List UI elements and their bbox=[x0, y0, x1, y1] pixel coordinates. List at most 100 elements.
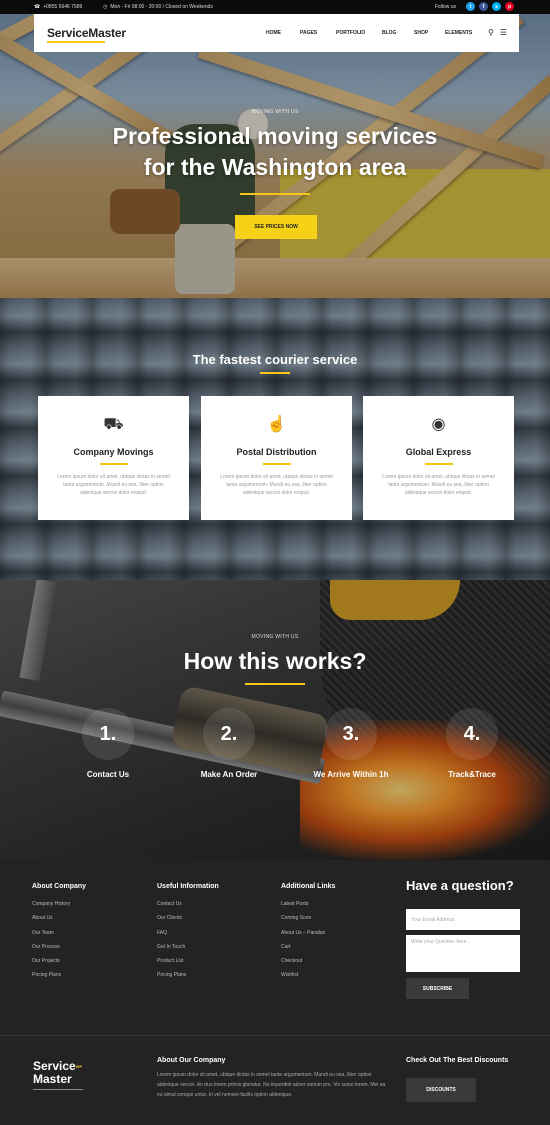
works-title: How this works? bbox=[183, 648, 367, 674]
twitter-icon[interactable]: t bbox=[466, 2, 475, 11]
card-title: Global Express bbox=[405, 447, 472, 457]
card-text: Lorem ipsum dolor sit amet, ubique dicta… bbox=[57, 474, 170, 496]
footer-link[interactable]: Cart bbox=[281, 944, 335, 958]
footer-link[interactable]: Our Clients bbox=[157, 915, 219, 929]
card-divider bbox=[99, 463, 128, 465]
footer-link[interactable]: Latest Posts bbox=[281, 901, 335, 915]
nav-shop[interactable]: SHOP bbox=[414, 30, 428, 36]
phone-number: +0855 5646 7589 bbox=[43, 4, 83, 10]
footer-link[interactable]: Coming Soon bbox=[281, 915, 335, 929]
header-icons: ⚲ ☰ bbox=[488, 28, 507, 37]
card-divider bbox=[424, 463, 453, 465]
footer-column-useful-information: Useful Information Contact Us Our Client… bbox=[157, 883, 219, 987]
step: 2. Make An Order bbox=[174, 708, 284, 779]
facebook-icon[interactable]: f bbox=[479, 2, 488, 11]
footer-link[interactable]: Our Projects bbox=[32, 958, 86, 972]
footer-link[interactable]: Product List bbox=[157, 958, 219, 972]
card-divider bbox=[262, 463, 291, 465]
step-number: 3. bbox=[325, 708, 377, 760]
card-text: Lorem ipsum dolor sit amet, ubique dicta… bbox=[220, 474, 333, 496]
search-icon[interactable]: ⚲ bbox=[488, 28, 494, 37]
footer-link[interactable]: FAQ bbox=[157, 930, 219, 944]
globe-icon: ◉ bbox=[431, 416, 446, 433]
thumbs-up-icon: ☝ bbox=[266, 416, 287, 433]
nav-blog[interactable]: BLOG bbox=[382, 30, 396, 36]
nav-pages[interactable]: PAGES bbox=[300, 30, 317, 36]
card-text: Lorem ipsum dolor sit amet, ubique dicta… bbox=[382, 474, 495, 496]
card-title: Company Movings bbox=[73, 447, 154, 457]
step: 4. Track&Trace bbox=[417, 708, 527, 779]
menu-icon[interactable]: ☰ bbox=[500, 28, 507, 37]
phone-icon: ☎ bbox=[34, 4, 41, 10]
footer-link[interactable]: About Us – Parallax bbox=[281, 930, 335, 944]
hours-info: ◷ Mon - Fri 08:00 - 20:00 / Closed on We… bbox=[103, 4, 213, 10]
discounts-button[interactable]: DISCOUNTS bbox=[406, 1078, 476, 1102]
footer-link[interactable]: Pricing Plans bbox=[157, 972, 219, 986]
top-bar: ☎ +0855 5646 7589 ◷ Mon - Fri 08:00 - 20… bbox=[0, 0, 550, 14]
step-label: Track&Trace bbox=[448, 770, 496, 779]
step-number: 4. bbox=[446, 708, 498, 760]
subscribe-button[interactable]: SUBSCRIBE bbox=[406, 978, 469, 999]
question-title: Have a question? bbox=[406, 878, 514, 893]
step-label: We Arrive Within 1h bbox=[313, 770, 389, 779]
site-header: ServiceMaster HOME PAGES PORTFOLIO BLOG … bbox=[34, 14, 519, 52]
service-card: ◉ Global Express Lorem ipsum dolor sit a… bbox=[363, 396, 514, 520]
step-number: 2. bbox=[203, 708, 255, 760]
tool-belt bbox=[110, 189, 180, 234]
about-company-text: Lorem ipsum dolor sit amet, ubique dicta… bbox=[157, 1072, 386, 1098]
truck-icon: ⛟ bbox=[103, 416, 124, 433]
footer-logo-line1: Service bbox=[33, 1059, 76, 1073]
footer-link[interactable]: Get In Touch bbox=[157, 944, 219, 958]
services-divider bbox=[260, 372, 290, 374]
footer-link[interactable]: Company History bbox=[32, 901, 86, 915]
hero-divider bbox=[240, 193, 310, 195]
footer-link[interactable]: About Us bbox=[32, 915, 86, 929]
email-field[interactable]: Your Email Address bbox=[406, 909, 520, 930]
logo-text: ServiceMaster bbox=[47, 26, 126, 40]
nav-home[interactable]: HOME bbox=[266, 30, 281, 36]
about-company-title: About Our Company bbox=[157, 1057, 226, 1064]
column-title: Useful Information bbox=[157, 883, 219, 890]
question-field[interactable]: Write your Question here... bbox=[406, 935, 520, 972]
footer-column-additional-links: Additional Links Latest Posts Coming Soo… bbox=[281, 883, 335, 987]
skype-icon[interactable]: s bbox=[492, 2, 501, 11]
step: 1. Contact Us bbox=[53, 708, 163, 779]
hero-title: Professional moving services for the Was… bbox=[0, 121, 550, 183]
see-prices-button[interactable]: SEE PRICES NOW bbox=[235, 215, 317, 239]
footer-link[interactable]: Wishlist bbox=[281, 972, 335, 986]
service-card: ⛟ Company Movings Lorem ipsum dolor sit … bbox=[38, 396, 189, 520]
service-card: ☝ Postal Distribution Lorem ipsum dolor … bbox=[201, 396, 352, 520]
phone-info: ☎ +0855 5646 7589 bbox=[34, 4, 82, 10]
pinterest-icon[interactable]: p bbox=[505, 2, 514, 11]
hero-title-line2: for the Washington area bbox=[143, 154, 407, 180]
footer-link[interactable]: Pricing Plans bbox=[32, 972, 86, 986]
site-logo[interactable]: ServiceMaster bbox=[47, 26, 126, 43]
footer-logo-line2: Master bbox=[33, 1072, 72, 1086]
discounts-title: Check Out The Best Discounts bbox=[406, 1057, 509, 1064]
worker-pants bbox=[175, 224, 235, 294]
follow-label: Follow us bbox=[434, 3, 456, 10]
step-label: Contact Us bbox=[86, 770, 130, 779]
footer-logo[interactable]: ServiceWP Master bbox=[33, 1060, 82, 1086]
column-title: Additional Links bbox=[281, 883, 336, 890]
column-title: About Company bbox=[32, 883, 87, 890]
social-links: Follow us t f s p bbox=[435, 2, 514, 11]
footer-column-about-company: About Company Company History About Us O… bbox=[32, 883, 86, 987]
services-title: The fastest courier service bbox=[192, 352, 358, 367]
hero-subtitle: MOVING WITH US bbox=[251, 109, 299, 115]
nav-elements[interactable]: ELEMENTS bbox=[445, 30, 472, 36]
works-divider bbox=[245, 683, 305, 685]
footer-link[interactable]: Checkout bbox=[281, 958, 335, 972]
footer-link[interactable]: Contact Us bbox=[157, 901, 219, 915]
step-label: Make An Order bbox=[200, 770, 258, 779]
step-number: 1. bbox=[82, 708, 134, 760]
footer-link[interactable]: Our Process bbox=[32, 944, 86, 958]
opening-hours: Mon - Fri 08:00 - 20:00 / Closed on Week… bbox=[110, 4, 213, 10]
logo-underline bbox=[47, 41, 105, 43]
nav-portfolio[interactable]: PORTFOLIO bbox=[336, 30, 365, 36]
hero-title-line1: Professional moving services bbox=[112, 123, 438, 149]
hero-floor bbox=[0, 258, 550, 298]
footer-link[interactable]: Our Team bbox=[32, 930, 86, 944]
card-title: Postal Distribution bbox=[236, 447, 317, 457]
clock-icon: ◷ bbox=[103, 4, 108, 10]
